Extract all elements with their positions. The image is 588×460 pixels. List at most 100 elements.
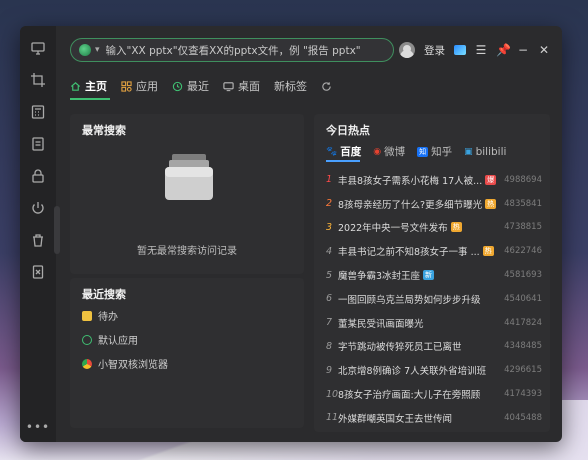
app-logo-icon (79, 44, 91, 56)
frequent-search-panel: 最常搜索 暂无最常搜索访问记录 (70, 114, 304, 274)
hot-news-title[interactable]: 丰县8孩女子需系小花梅 17人被... 爆 (338, 173, 502, 187)
hot-news-title-text: 魔兽争霸3冰封王座 (338, 271, 421, 283)
hot-badge: 新 (423, 270, 435, 281)
tab-add[interactable] (321, 81, 332, 92)
hot-news-title[interactable]: 北京增8例确诊 7人关联外省培训班 (338, 363, 502, 377)
zhihu-icon: 知 (417, 146, 429, 157)
hot-news-title[interactable]: 外媒群嘲英国女王去世传闻 (338, 411, 502, 425)
rank-number: 7 (326, 317, 333, 329)
list-item-label: 待办 (98, 312, 118, 323)
hot-news-title[interactable]: 字节跳动被传猝死员工已离世 (338, 339, 502, 353)
close-icon[interactable]: ✕ (538, 43, 550, 57)
rank-number: 2 (326, 198, 333, 210)
monitor-icon (223, 81, 234, 92)
heat-count: 4622746 (504, 246, 542, 257)
hot-news-title-text: 外媒群嘲英国女王去世传闻 (338, 413, 453, 425)
bilibili-icon: ▣ (464, 146, 473, 157)
monitor-icon[interactable] (28, 38, 48, 58)
skin-icon[interactable] (454, 45, 466, 55)
hot-news-row[interactable]: 11 外媒群嘲英国女王去世传闻 4045488 (326, 406, 542, 430)
main-tabs: 主页 应用 最近 桌面 新标签 (70, 76, 332, 96)
power-icon[interactable] (28, 198, 48, 218)
tab-new[interactable]: 新标签 (274, 78, 307, 94)
sidebar-collapse-handle[interactable] (54, 206, 60, 254)
rank-number: 11 (326, 412, 339, 424)
heat-count: 4174393 (504, 389, 542, 400)
tab-recent[interactable]: 最近 (172, 78, 209, 94)
hot-news-row[interactable]: 6 一图回顾乌克兰局势如何步步升级 4540641 (326, 287, 542, 311)
minimize-icon[interactable]: − (517, 43, 529, 57)
hot-news-row[interactable]: 2 8孩母亲经历了什么?更多细节曝光热 4835841 (326, 192, 542, 216)
hot-news-row[interactable]: 1 丰县8孩女子需系小花梅 17人被... 爆 4988694 (326, 168, 542, 192)
heat-count: 4540641 (504, 293, 542, 304)
hot-news-list: 1 丰县8孩女子需系小花梅 17人被... 爆 4988694 2 8孩母亲经历了什么?更… (326, 168, 542, 430)
hot-news-title[interactable]: 丰县书记之前不知8孩女子一事 ... 热 (338, 244, 502, 258)
rank-number: 3 (326, 221, 333, 233)
hot-news-title[interactable]: 8孩女子治疗画面:大儿子在旁照顾 (338, 387, 502, 401)
hot-news-title-text: 8孩母亲经历了什么?更多细节曝光 (338, 199, 483, 211)
menu-icon[interactable]: ☰ (475, 43, 487, 57)
pin-icon[interactable]: 📌 (496, 43, 511, 57)
tab-apps[interactable]: 应用 (121, 78, 158, 94)
avatar[interactable] (399, 42, 415, 58)
login-button[interactable]: 登录 (424, 43, 445, 58)
hot-news-row[interactable]: 10 8孩女子治疗画面:大儿子在旁照顾 4174393 (326, 382, 542, 406)
calculator-icon[interactable] (28, 102, 48, 122)
hot-news-title[interactable]: 魔兽争霸3冰封王座新 (338, 268, 502, 282)
hot-news-title-text: 丰县书记之前不知8孩女子一事 ... (338, 247, 480, 259)
search-input[interactable]: ▾ 输入"XX pptx"仅查看XX的pptx文件，例 "报告 pptx" (70, 38, 394, 62)
hot-news-title-text: 8孩女子治疗画面:大儿子在旁照顾 (338, 390, 481, 402)
tab-label: 百度 (340, 146, 362, 158)
tab-label: 最近 (187, 80, 209, 93)
tab-zhihu[interactable]: 知 知乎 (417, 144, 452, 159)
tab-home[interactable]: 主页 (70, 78, 107, 94)
heat-count: 4835841 (504, 198, 542, 209)
tab-bilibili[interactable]: ▣ bilibili (464, 146, 506, 158)
chevron-down-icon[interactable]: ▾ (95, 45, 100, 55)
panel-title: 最常搜索 (82, 124, 126, 137)
rank-number: 6 (326, 293, 333, 305)
notes-icon[interactable] (28, 134, 48, 154)
hot-badge: 热 (485, 198, 497, 209)
hot-news-row[interactable]: 9 北京增8例确诊 7人关联外省培训班 4296615 (326, 358, 542, 382)
tab-weibo[interactable]: ◉ 微博 (373, 144, 405, 159)
cleanup-icon[interactable] (28, 230, 48, 250)
hot-news-title-text: 2022年中央一号文件发布 (338, 223, 448, 235)
more-icon[interactable]: ••• (20, 420, 56, 434)
hot-news-row[interactable]: 3 2022年中央一号文件发布热 4738815 (326, 216, 542, 240)
hot-news-title-text: 北京增8例确诊 7人关联外省培训班 (338, 366, 487, 378)
heat-count: 4581693 (504, 270, 542, 281)
rank-number: 8 (326, 340, 333, 352)
hot-news-row[interactable]: 4 丰县书记之前不知8孩女子一事 ... 热 4622746 (326, 239, 542, 263)
tab-label: 新标签 (274, 80, 307, 93)
rank-number: 4 (326, 245, 333, 257)
tab-label: 应用 (136, 80, 158, 93)
hot-news-title-text: 丰县8孩女子需系小花梅 17人被... (338, 175, 483, 187)
hot-badge: 热 (450, 222, 462, 233)
tab-label: bilibili (475, 145, 507, 158)
hot-news-row[interactable]: 5 魔兽争霸3冰封王座新 4581693 (326, 263, 542, 287)
active-tab-indicator (326, 160, 360, 162)
list-item[interactable]: 待办 (82, 308, 118, 323)
empty-archive-icon (162, 152, 216, 202)
recent-search-panel: 最近搜索 待办 默认应用 小智双核浏览器 (70, 278, 304, 428)
rank-number: 5 (326, 269, 333, 281)
home-icon (70, 81, 81, 92)
hot-news-title[interactable]: 8孩母亲经历了什么?更多细节曝光热 (338, 197, 502, 211)
list-item[interactable]: 小智双核浏览器 (82, 356, 168, 371)
hot-badge: 热 (482, 246, 494, 257)
hot-news-title[interactable]: 一图回顾乌克兰局势如何步步升级 (338, 292, 502, 306)
tab-label: 微博 (384, 146, 406, 158)
screenshot-crop-icon[interactable] (28, 70, 48, 90)
list-item[interactable]: 默认应用 (82, 332, 138, 347)
hot-news-title[interactable]: 2022年中央一号文件发布热 (338, 220, 502, 234)
hot-news-row[interactable]: 7 董某民受讯画面曝光 4417824 (326, 311, 542, 335)
hot-news-title-text: 字节跳动被传猝死员工已离世 (338, 342, 462, 354)
hot-news-title[interactable]: 董某民受讯画面曝光 (338, 316, 502, 330)
hot-news-row[interactable]: 8 字节跳动被传猝死员工已离世 4348485 (326, 335, 542, 359)
trash-icon[interactable] (28, 262, 48, 282)
lock-icon[interactable] (28, 166, 48, 186)
tab-desktop[interactable]: 桌面 (223, 78, 260, 94)
tab-baidu[interactable]: 🐾 百度 (326, 144, 361, 159)
window-controls: 登录 ☰ 📌 − ✕ (399, 40, 550, 60)
